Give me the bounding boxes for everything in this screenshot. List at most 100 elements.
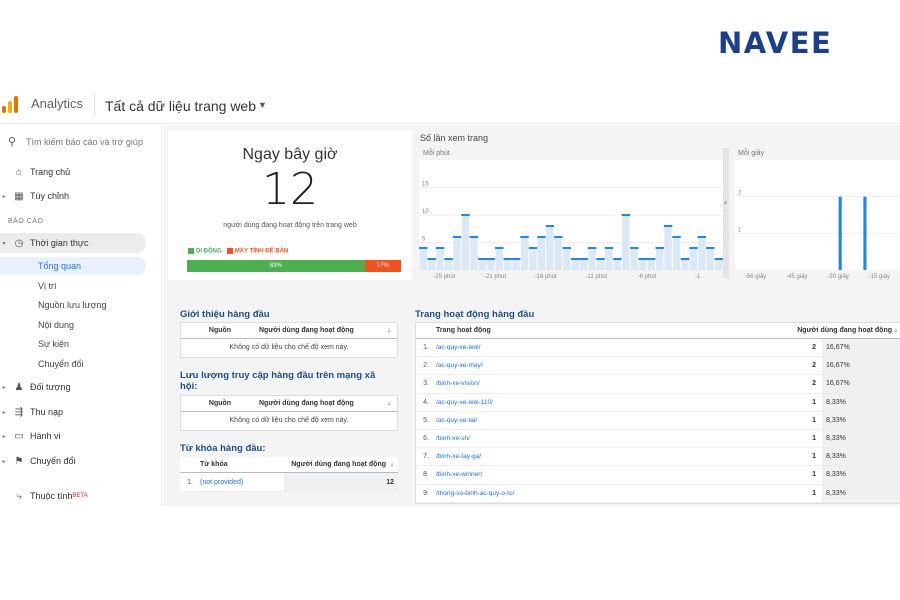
page-link[interactable]: /binh-xe-tay-ga/ — [432, 453, 806, 460]
chart-divider — [723, 148, 729, 278]
sidebar-item-conversions[interactable]: ▸ ⚑ Chuyển đổi — [0, 451, 162, 471]
bar — [444, 259, 453, 270]
page-user-count: 2 — [812, 380, 816, 388]
page-user-percent: 8,33% — [822, 411, 900, 429]
x-tick-label: -15 giây — [869, 274, 890, 280]
sidebar-item-home[interactable]: ⌂ Trang chủ — [0, 162, 162, 182]
x-tick-label: -30 giây — [827, 274, 848, 280]
search-input[interactable]: ⚲ Tìm kiếm báo cáo và trợ giúp — [8, 135, 143, 148]
acquisition-icon: ⇶ — [14, 406, 24, 418]
table-header: Trang hoạt động Người dùng đang hoạt độn… — [416, 323, 900, 339]
app-header: Analytics Tất cả dữ liệu trang web ▼ — [0, 86, 900, 124]
page-link[interactable]: /ac-quy-xe-tai/ — [432, 417, 806, 424]
bar — [613, 259, 622, 270]
sort-down-icon[interactable]: ↓ — [386, 461, 398, 468]
bar — [672, 237, 681, 270]
bar — [419, 248, 427, 270]
row-index: 1. — [187, 478, 193, 486]
sidebar-item-label: Trang chủ — [30, 167, 71, 177]
table-row: 1./ac-quy-xe-leoi/2 16,67% — [416, 339, 900, 358]
search-icon: ⚲ — [8, 136, 17, 148]
row-index: 1. — [423, 344, 429, 352]
sidebar-item-realtime[interactable]: ▾ ◷ Thời gian thực — [0, 233, 146, 253]
right-now-title: Ngay bây giờ — [242, 146, 338, 163]
sidebar-subitem-locations[interactable]: Vị trí — [38, 281, 57, 291]
mobile-segment: 83% — [187, 260, 365, 272]
sidebar-subitem-conversions[interactable]: Chuyển đổi — [38, 359, 84, 369]
person-icon: ♟ — [14, 381, 24, 393]
table-row: 6./binh-xe-sh/1 8,33% — [416, 429, 900, 449]
sidebar-item-label: Thời gian thực — [30, 238, 89, 248]
property-selector[interactable]: Tất cả dữ liệu trang web — [105, 98, 256, 114]
navee-logo: NAVEE — [718, 26, 833, 60]
sidebar-item-behavior[interactable]: ▸ ▭ Hành vi — [0, 426, 162, 446]
sort-down-icon[interactable]: ↓ — [892, 327, 900, 334]
sidebar-item-customization[interactable]: ▸ ▦ Tùy chỉnh — [0, 186, 162, 206]
page-user-count: 1 — [812, 453, 816, 461]
bar — [622, 215, 630, 270]
page-user-count: 1 — [812, 471, 816, 479]
page-user-percent: 8,33% — [822, 466, 900, 484]
table-row: 2./ac-quy-xe-may/2 16,67% — [416, 357, 900, 376]
page-user-count: 2 — [812, 344, 816, 352]
bar — [588, 248, 596, 270]
analytics-screenshot: Analytics Tất cả dữ liệu trang web ▼ ⚲ Tì… — [0, 86, 900, 506]
table-header: Từ khóa Người dùng đang hoạt động ↓ — [180, 457, 398, 473]
legend-desktop: MÁY TÍNH ĐỂ BÀN — [234, 248, 289, 255]
bar — [579, 259, 588, 270]
bar — [453, 237, 461, 270]
row-index: 4. — [423, 398, 429, 406]
page-link[interactable]: /ac-quy-xe-leoi/ — [432, 344, 806, 351]
sidebar: ⚲ Tìm kiếm báo cáo và trợ giúp ⌂ Trang ch… — [0, 125, 162, 506]
column-active-users: Người dùng đang hoạt động — [797, 327, 892, 334]
bar — [571, 259, 579, 270]
page-link[interactable]: /thong-so-binh-ac-quy-o-to/ — [432, 490, 806, 497]
column-source: Nguồn — [208, 327, 232, 334]
bar — [647, 259, 655, 270]
column-active-users: Người dùng đang hoạt động — [291, 461, 386, 468]
page-link[interactable]: /ac-quy-xe-may/ — [432, 362, 806, 369]
page-link[interactable]: /binh-xe-sh/ — [432, 435, 806, 442]
active-users-description: người dùng đang hoạt động trên trang web — [223, 222, 357, 229]
row-index: 7. — [423, 453, 429, 461]
bar — [838, 196, 842, 270]
page-link[interactable]: /binh-xe-winner/ — [432, 471, 806, 478]
sidebar-subitem-content[interactable]: Nội dung — [38, 320, 74, 330]
sidebar-item-acquisition[interactable]: ▸ ⇶ Thu nạp — [0, 402, 162, 422]
bar — [698, 237, 706, 270]
sidebar-item-audience[interactable]: ▸ ♟ Đối tượng — [0, 377, 162, 397]
social-title: Lưu lượng truy cập hàng đầu trên mạng xã… — [180, 370, 376, 392]
behavior-icon: ▭ — [14, 430, 24, 442]
caret-down-icon[interactable]: ▼ — [258, 100, 267, 110]
desktop-segment: 17% — [364, 260, 401, 272]
empty-message: Không có dữ liệu cho chế độ xem này. — [229, 344, 349, 351]
x-tick-label: -25 phút — [433, 274, 455, 280]
device-legend: DI ĐỘNG MÁY TÍNH ĐỂ BÀN — [188, 248, 288, 255]
bar — [546, 226, 554, 270]
table-header: Nguồn Người dùng đang hoạt động ↓ — [181, 323, 397, 339]
page-link[interactable]: /binh-xe-vision/ — [432, 380, 806, 387]
home-icon: ⌂ — [15, 166, 23, 178]
table-header: Nguồn Người dùng đang hoạt động ↓ — [181, 396, 397, 412]
bar — [689, 248, 698, 270]
dashboard-icon: ▦ — [14, 190, 24, 202]
sidebar-subitem-traffic-sources[interactable]: Nguồn lưu lượng — [38, 300, 107, 310]
bar — [563, 248, 571, 270]
page-link[interactable]: /ac-quy-xe-leoi-110/ — [432, 399, 806, 406]
page-user-percent: 16,67% — [822, 375, 900, 393]
bar — [664, 226, 672, 270]
bar — [529, 248, 537, 270]
page-user-percent: 16,67% — [822, 339, 900, 357]
x-tick-label: -11 phút — [586, 274, 608, 280]
sort-down-icon[interactable]: ↓ — [381, 327, 397, 334]
keyword-users: 12 — [284, 473, 398, 491]
sidebar-subitem-events[interactable]: Sự kiện — [38, 339, 69, 349]
x-tick-label: -6 phút — [638, 274, 657, 280]
table-row: 1. (not provided) 12 — [180, 473, 398, 492]
keywords-table: Từ khóa Người dùng đang hoạt động ↓ 1. (… — [180, 457, 398, 492]
column-active-users: Người dùng đang hoạt động — [259, 327, 354, 334]
sidebar-item-attribution[interactable]: ⤷ Thuộc tính BETA — [0, 486, 162, 506]
keyword-link[interactable]: (not provided) — [196, 479, 284, 486]
sidebar-subitem-overview[interactable]: Tổng quan — [0, 257, 146, 275]
sort-down-icon[interactable]: ↓ — [381, 400, 397, 407]
